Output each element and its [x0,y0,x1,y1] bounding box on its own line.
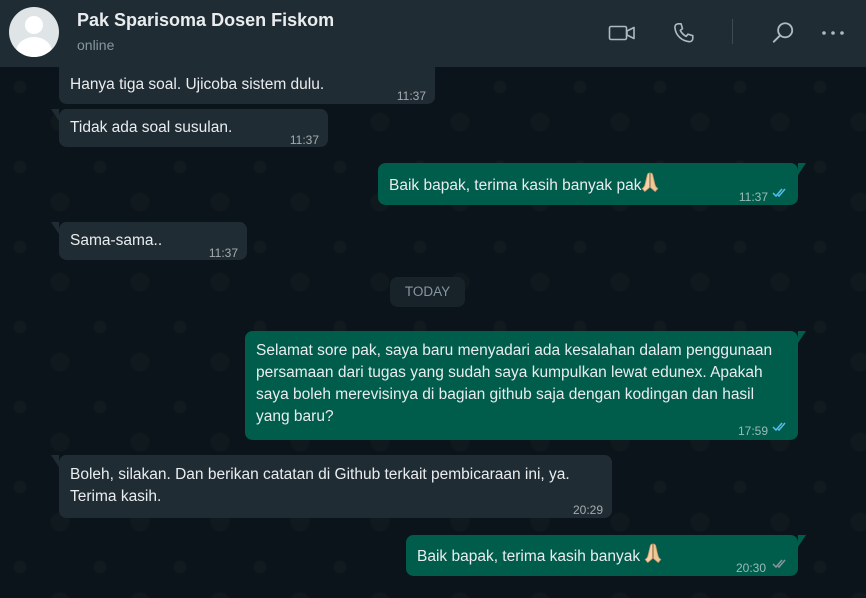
outgoing-message[interactable]: Selamat sore pak, saya baru menyadari ad… [245,331,806,440]
video-call-icon[interactable] [607,18,637,48]
contact-status: online [77,37,115,53]
header-divider [732,19,733,44]
contact-avatar[interactable] [9,7,59,57]
date-divider: TODAY [390,277,465,307]
incoming-message[interactable]: Hanya tiga soal. Ujicoba sistem dulu. 11… [59,57,435,104]
message-time: 11:37 [738,190,768,204]
read-receipt-icon [772,422,786,432]
contact-name[interactable]: Pak Sparisoma Dosen Fiskom [77,10,334,31]
outgoing-message[interactable]: Baik bapak, terima kasih banyak 20:30 [406,535,806,576]
message-text: Boleh, silakan. Dan berikan catatan di G… [70,466,570,505]
message-text: Sama-sama.. [70,232,163,249]
message-time: 11:37 [289,133,319,147]
menu-icon[interactable] [818,18,848,48]
message-time: 11:37 [208,246,238,260]
search-icon[interactable] [768,18,798,48]
message-time: 11:37 [396,89,426,103]
message-time: 20:29 [572,503,603,517]
message-text: Baik bapak, terima kasih banyak [417,548,645,565]
message-text: Hanya tiga soal. Ujicoba sistem dulu. [70,76,325,93]
folded-hands-emoji [641,172,659,199]
message-text: Selamat sore pak, saya baru menyadari ad… [256,342,773,425]
incoming-message[interactable]: Tidak ada soal susulan. 11:37 [51,109,328,147]
folded-hands-emoji [644,543,662,570]
message-time: 20:30 [735,561,766,575]
delivered-receipt-icon [772,559,786,569]
voice-call-icon[interactable] [669,18,699,48]
message-text: Tidak ada soal susulan. [70,119,233,136]
read-receipt-icon [772,188,786,198]
outgoing-message[interactable]: Baik bapak, terima kasih banyak pak 11:3… [378,163,806,205]
message-time: 17:59 [737,424,768,438]
chat-panel[interactable]: Hanya tiga soal. Ujicoba sistem dulu. 11… [0,57,866,598]
incoming-message[interactable]: Boleh, silakan. Dan berikan catatan di G… [51,455,612,518]
message-text: Baik bapak, terima kasih banyak pak [389,177,642,194]
incoming-message[interactable]: Sama-sama.. 11:37 [51,222,247,260]
